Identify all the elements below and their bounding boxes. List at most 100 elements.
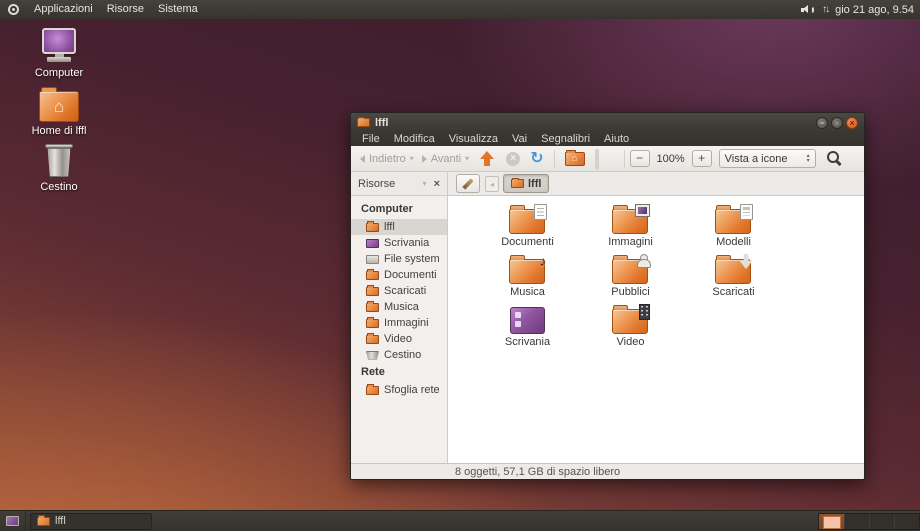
folder-icon xyxy=(366,303,379,312)
close-button[interactable]: × xyxy=(846,117,858,129)
folder-icon xyxy=(37,517,50,526)
toolbar-separator xyxy=(554,150,555,168)
volume-icon[interactable] xyxy=(801,4,815,15)
file-pubblici[interactable]: Pubblici xyxy=(579,254,682,304)
top-panel: Applicazioni Risorse Sistema ↑↓ gio 21 a… xyxy=(0,0,920,19)
menu-visualizza[interactable]: Visualizza xyxy=(442,132,505,146)
folder-icon xyxy=(366,287,379,296)
refresh-button[interactable]: ↻ xyxy=(530,151,543,167)
taskbar-window-button[interactable]: lffl xyxy=(30,513,152,530)
person-emblem-icon xyxy=(636,254,650,268)
drive-icon xyxy=(366,255,379,264)
house-glyph: ⌂ xyxy=(54,98,64,115)
back-label: Indietro xyxy=(369,153,406,165)
menu-applicazioni[interactable]: Applicazioni xyxy=(27,0,100,19)
path-button-lffl[interactable]: lffl xyxy=(503,174,549,193)
places-caret-icon: ▾ xyxy=(423,179,427,188)
sidebar-item-immagini[interactable]: Immagini xyxy=(351,315,447,331)
sidebar-item-lffl[interactable]: lffl xyxy=(351,219,447,235)
menu-modifica[interactable]: Modifica xyxy=(387,132,442,146)
view-mode-select[interactable]: Vista a icone ▴▾ xyxy=(719,149,816,168)
template-emblem-icon xyxy=(740,204,753,220)
workspace-switcher xyxy=(818,513,920,530)
trash-icon xyxy=(366,351,379,360)
folder-icon xyxy=(366,271,379,280)
desktop-folder-icon xyxy=(510,307,545,334)
file-video[interactable]: Video xyxy=(579,304,682,354)
window-folder-icon xyxy=(357,118,370,127)
document-emblem-icon xyxy=(534,204,547,220)
ubuntu-logo-icon[interactable] xyxy=(8,4,19,15)
workspace-3[interactable] xyxy=(869,514,894,529)
sidebar-close-button[interactable]: × xyxy=(434,178,440,190)
menu-sistema[interactable]: Sistema xyxy=(151,0,205,19)
sidebar-heading-rete: Rete xyxy=(351,363,447,382)
zoom-out-button[interactable]: − xyxy=(630,150,650,167)
house-glyph: ⌂ xyxy=(571,154,577,164)
icon-view: Documenti Immagini Modelli ♪ Musica Pubb… xyxy=(448,196,864,463)
file-modelli[interactable]: Modelli xyxy=(682,204,785,254)
path-scroll-left-button[interactable]: ◂ xyxy=(485,176,499,192)
file-scrivania[interactable]: Scrivania xyxy=(476,304,579,354)
chevron-right-icon xyxy=(422,155,427,163)
sidebar-item-cestino[interactable]: Cestino xyxy=(351,347,447,363)
stop-button[interactable]: × xyxy=(506,152,520,166)
menu-file[interactable]: File xyxy=(355,132,387,146)
home-folder-icon xyxy=(366,223,379,232)
computer-button[interactable] xyxy=(595,151,614,167)
zoom-in-button[interactable]: + xyxy=(692,150,712,167)
workspace-2[interactable] xyxy=(844,514,869,529)
folder-icon xyxy=(366,335,379,344)
status-bar: 8 oggetti, 57,1 GB di spazio libero xyxy=(351,463,864,479)
sidebar-item-musica[interactable]: Musica xyxy=(351,299,447,315)
search-button[interactable] xyxy=(827,151,842,166)
sidebar-item-sfoglia-rete[interactable]: Sfoglia rete xyxy=(351,382,447,398)
menu-risorse[interactable]: Risorse xyxy=(100,0,151,19)
window-body: Computer lffl Scrivania File system Docu… xyxy=(351,196,864,463)
status-text: 8 oggetti, 57,1 GB di spazio libero xyxy=(455,466,620,478)
zoom-level: 100% xyxy=(657,153,685,165)
toolbar-separator xyxy=(624,150,625,168)
clock[interactable]: gio 21 ago, 9.54 xyxy=(835,4,914,16)
desktop-icon-home[interactable]: ⌂ Home di lffl xyxy=(20,86,98,137)
home-folder-icon: ⌂ xyxy=(39,91,79,122)
workspace-4[interactable] xyxy=(894,514,919,529)
forward-button[interactable]: Avanti ▾ xyxy=(418,153,473,165)
menu-segnalibri[interactable]: Segnalibri xyxy=(534,132,597,146)
edit-location-button[interactable] xyxy=(456,174,480,193)
up-button[interactable] xyxy=(479,151,495,167)
network-updown-icon[interactable]: ↑↓ xyxy=(822,4,828,15)
sidebar-item-scrivania[interactable]: Scrivania xyxy=(351,235,447,251)
desktop-icon-trash[interactable]: Cestino xyxy=(20,144,98,193)
places-selector[interactable]: Risorse ▾ × xyxy=(351,172,448,195)
desktop-icon xyxy=(366,239,379,248)
home-button[interactable]: ⌂ xyxy=(565,152,585,166)
back-button[interactable]: Indietro ▾ xyxy=(356,153,418,165)
desktop-icon-computer[interactable]: Computer xyxy=(20,28,98,79)
taskbar-window-label: lffl xyxy=(55,515,66,527)
sidebar-item-scaricati[interactable]: Scaricati xyxy=(351,283,447,299)
minimize-button[interactable]: − xyxy=(816,117,828,129)
folder-icon xyxy=(511,179,524,188)
titlebar[interactable]: lffl − ▫ × xyxy=(351,113,864,132)
menu-vai[interactable]: Vai xyxy=(505,132,534,146)
file-documenti[interactable]: Documenti xyxy=(476,204,579,254)
sidebar-item-documenti[interactable]: Documenti xyxy=(351,267,447,283)
maximize-button[interactable]: ▫ xyxy=(831,117,843,129)
window-controls: − ▫ × xyxy=(816,117,858,129)
file-scaricati[interactable]: Scaricati xyxy=(682,254,785,304)
forward-label: Avanti xyxy=(431,153,461,165)
sidebar-item-video[interactable]: Video xyxy=(351,331,447,347)
path-row: Risorse ▾ × ◂ lffl xyxy=(351,172,864,196)
view-mode-value: Vista a icone xyxy=(725,153,788,165)
menubar: File Modifica Visualizza Vai Segnalibri … xyxy=(351,132,864,146)
sidebar-item-file-system[interactable]: File system xyxy=(351,251,447,267)
workspace-1[interactable] xyxy=(819,514,844,529)
file-musica[interactable]: ♪ Musica xyxy=(476,254,579,304)
monitor-icon xyxy=(595,149,599,170)
trash-icon xyxy=(45,144,73,178)
menu-aiuto[interactable]: Aiuto xyxy=(597,132,636,146)
file-immagini[interactable]: Immagini xyxy=(579,204,682,254)
desktop: Applicazioni Risorse Sistema ↑↓ gio 21 a… xyxy=(0,0,920,531)
show-desktop-button[interactable] xyxy=(0,511,26,531)
